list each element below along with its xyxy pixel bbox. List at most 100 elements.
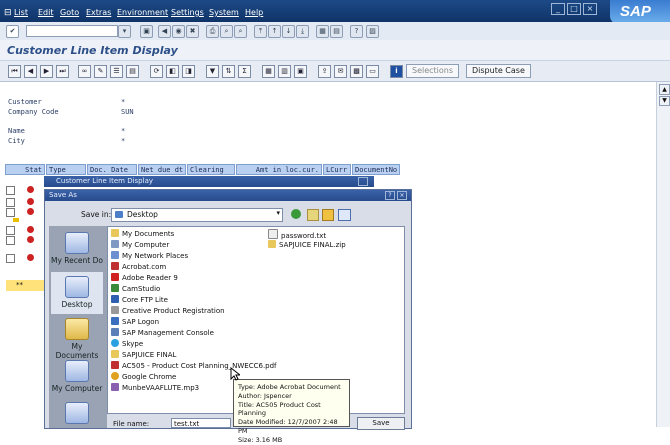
previous-page-icon[interactable]: ↑ (268, 25, 281, 38)
new-session-icon[interactable]: ▦ (316, 25, 329, 38)
place-my-network[interactable] (51, 398, 103, 424)
menu-icon[interactable]: ⊟ (4, 8, 12, 18)
menu-edit[interactable]: Edit (38, 8, 54, 17)
file-item[interactable]: SAP Management Console (111, 328, 214, 338)
info-icon[interactable]: i (390, 65, 403, 78)
file-item[interactable]: Core FTP Lite (111, 295, 168, 305)
menu-list[interactable]: List (14, 8, 28, 17)
file-item[interactable]: password.txt (268, 229, 326, 240)
up-folder-icon[interactable] (307, 209, 319, 221)
mail-icon[interactable]: ✉ (334, 65, 347, 78)
first-page-icon[interactable]: ⤒ (254, 25, 267, 38)
file-item[interactable]: AC505 - Product Cost Planning_NWECC6.pdf (111, 361, 277, 371)
cancel-icon[interactable]: ✖ (186, 25, 199, 38)
filter-icon[interactable]: ▼ (206, 65, 219, 78)
row-checkbox[interactable] (6, 198, 15, 207)
first-item-icon[interactable]: ⏮ (8, 65, 21, 78)
column-header-lcurr[interactable]: LCurr (323, 164, 351, 175)
export-icon[interactable]: ⇪ (318, 65, 331, 78)
next-item-icon[interactable]: ▶ (40, 65, 53, 78)
change-document-icon[interactable]: ✎ (94, 65, 107, 78)
back-icon[interactable]: ◀ (158, 25, 171, 38)
graphic-icon[interactable]: ▩ (350, 65, 363, 78)
save-layout-icon[interactable]: ▣ (294, 65, 307, 78)
sum-icon[interactable]: Σ (238, 65, 251, 78)
refresh-icon[interactable]: ⟳ (150, 65, 163, 78)
view-menu-icon[interactable] (338, 209, 351, 221)
menu-goto[interactable]: Goto (60, 8, 79, 17)
file-item[interactable]: Skype (111, 339, 143, 349)
scroll-down-icon[interactable]: ▼ (659, 96, 670, 106)
save-icon[interactable]: ▣ (140, 25, 153, 38)
column-header-net-due-date[interactable]: Net due dt (138, 164, 186, 175)
file-item[interactable]: MunbeVAAFLUTE.mp3 (111, 383, 199, 393)
choose-layout-icon[interactable]: ▥ (278, 65, 291, 78)
open-items-icon[interactable]: ◧ (166, 65, 179, 78)
menu-settings[interactable]: Settings (171, 8, 204, 17)
exit-icon[interactable]: ◉ (172, 25, 185, 38)
restore-icon[interactable]: □ (567, 3, 581, 15)
file-item[interactable]: CamStudio (111, 284, 160, 294)
menu-environment[interactable]: Environment (117, 8, 168, 17)
row-checkbox[interactable] (6, 254, 15, 263)
scroll-up-icon[interactable]: ▲ (659, 84, 670, 95)
layout-icon[interactable]: ▦ (262, 65, 275, 78)
file-item[interactable]: My Computer (111, 240, 169, 250)
file-item[interactable]: My Network Places (111, 251, 188, 261)
save-button[interactable]: Save (357, 417, 405, 430)
row-checkbox[interactable] (6, 208, 15, 217)
column-header-type[interactable]: Type (46, 164, 86, 175)
menu-extras[interactable]: Extras (86, 8, 111, 17)
deselect-icon[interactable]: ▤ (126, 65, 139, 78)
column-header-stat[interactable]: Stat (5, 164, 45, 175)
command-dropdown-icon[interactable]: ▾ (118, 25, 131, 38)
file-item[interactable]: Google Chrome (111, 372, 176, 382)
find-next-icon[interactable]: ⌕ (234, 25, 247, 38)
file-item[interactable]: Acrobat.com (111, 262, 166, 272)
file-item[interactable]: SAPJUICE FINAL.zip (268, 240, 346, 250)
dialog-close-icon[interactable]: × (397, 191, 407, 200)
dialog-help-icon[interactable]: ? (385, 191, 395, 200)
inner-dialog-close-icon[interactable] (358, 177, 368, 186)
row-checkbox[interactable] (6, 186, 15, 195)
column-header-amount[interactable]: Amt in loc.cur. (236, 164, 322, 175)
last-item-icon[interactable]: ⏭ (56, 65, 69, 78)
menu-system[interactable]: System (209, 8, 239, 17)
file-item[interactable]: Adobe Reader 9 (111, 273, 178, 283)
row-checkbox[interactable] (6, 236, 15, 245)
back-folder-icon[interactable] (291, 209, 301, 219)
print-icon[interactable]: ⎙ (206, 25, 219, 38)
select-all-icon[interactable]: ☰ (110, 65, 123, 78)
file-item[interactable]: Creative Product Registration (111, 306, 225, 316)
file-item[interactable]: SAPJUICE FINAL (111, 350, 176, 360)
find-icon[interactable]: ⌕ (220, 25, 233, 38)
help-icon[interactable]: ? (350, 25, 363, 38)
next-page-icon[interactable]: ↓ (282, 25, 295, 38)
layout-menu-icon[interactable]: ▨ (366, 25, 379, 38)
column-header-document-no[interactable]: DocumentNo (352, 164, 400, 175)
display-document-icon[interactable]: ∞ (78, 65, 91, 78)
place-my-recent-documents[interactable]: My Recent Do (51, 228, 103, 270)
last-page-icon[interactable]: ⤓ (296, 25, 309, 38)
file-item[interactable]: SAP Logon (111, 317, 159, 327)
place-my-documents[interactable]: My Documents (51, 314, 103, 360)
place-my-computer[interactable]: My Computer (51, 356, 103, 398)
file-item[interactable]: My Documents (111, 229, 174, 239)
vertical-scrollbar[interactable]: ▲ ▼ (656, 82, 670, 427)
column-header-clearing[interactable]: Clearing (187, 164, 235, 175)
cleared-items-icon[interactable]: ◨ (182, 65, 195, 78)
menu-help[interactable]: Help (245, 8, 263, 17)
row-checkbox[interactable] (6, 226, 15, 235)
save-in-dropdown[interactable]: Desktop ▾ (111, 208, 283, 222)
notes-icon[interactable]: ▭ (366, 65, 379, 78)
column-header-doc-date[interactable]: Doc. Date (87, 164, 137, 175)
close-icon[interactable]: × (583, 3, 597, 15)
minimize-icon[interactable]: _ (551, 3, 565, 15)
dispute-case-button[interactable]: Dispute Case (466, 64, 531, 78)
enter-icon[interactable]: ✔ (6, 25, 19, 38)
previous-item-icon[interactable]: ◀ (24, 65, 37, 78)
shortcut-icon[interactable]: ▤ (330, 25, 343, 38)
new-folder-icon[interactable] (322, 209, 334, 221)
command-field[interactable] (26, 25, 118, 37)
place-desktop[interactable]: Desktop (51, 272, 103, 314)
